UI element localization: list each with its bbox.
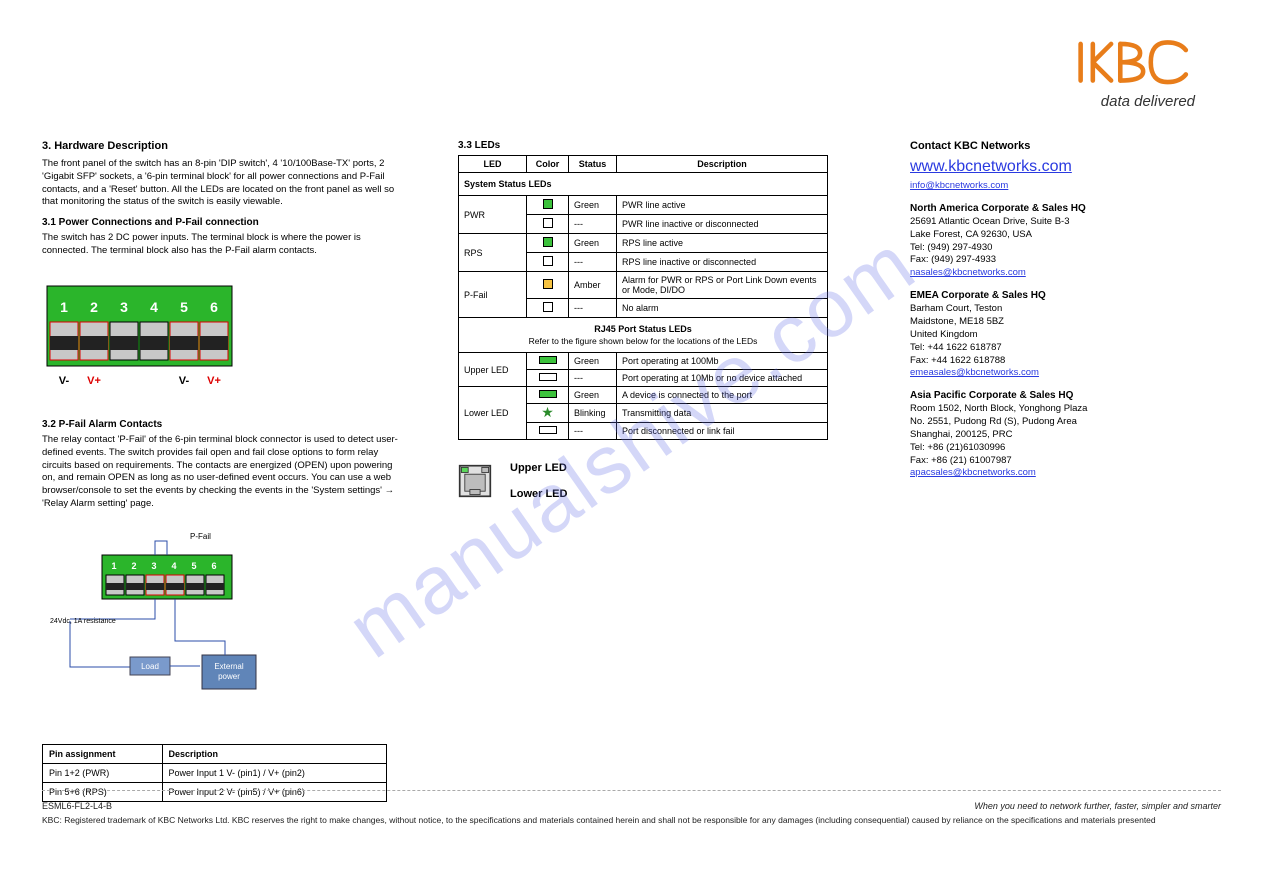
- svg-text:2: 2: [90, 299, 98, 315]
- rj45-lower-led-label: Lower LED: [510, 488, 567, 500]
- pfail-diagram: 1 2 3 4 5 6 P-Fail 24Vdc, 1A resistance Load…: [42, 525, 302, 725]
- svg-text:V-: V-: [179, 375, 190, 387]
- svg-text:3: 3: [120, 299, 128, 315]
- svg-text:5: 5: [191, 561, 196, 571]
- apac-email-link[interactable]: apacsales@kbcnetworks.com: [910, 467, 1036, 478]
- svg-text:power: power: [218, 672, 240, 681]
- led-green-icon: [543, 237, 553, 247]
- led-green-rect-icon: [539, 356, 557, 364]
- svg-text:1: 1: [60, 299, 68, 315]
- led-hdr-led: LED: [459, 156, 527, 173]
- section-3-2-title: 3.2 P-Fail Alarm Contacts: [42, 419, 402, 430]
- main-website-link[interactable]: www.kbcnetworks.com: [910, 158, 1220, 176]
- led-hdr-color: Color: [527, 156, 569, 173]
- brand-tagline: data delivered: [1073, 93, 1195, 110]
- table-row: PWR Green PWR line active: [459, 196, 828, 215]
- section-rj45-leds: RJ45 Port Status LEDs Refer to the figur…: [459, 318, 828, 353]
- svg-text:6: 6: [210, 299, 218, 315]
- pin-assignment-table: Pin assignmentDescription Pin 1+2 (PWR)P…: [42, 744, 387, 802]
- right-column: Contact KBC Networks www.kbcnetworks.com…: [910, 140, 1220, 478]
- footer-divider: [42, 790, 1221, 791]
- section-3-title: 3. Hardware Description: [42, 140, 402, 152]
- pin-hdr-2: Description: [162, 744, 386, 763]
- table-row: Pin 1+2 (PWR)Power Input 1 V- (pin1) / V…: [43, 763, 387, 782]
- contact-title: Contact KBC Networks: [910, 140, 1220, 152]
- svg-text:2: 2: [131, 561, 136, 571]
- na-email-link[interactable]: nasales@kbcnetworks.com: [910, 267, 1026, 278]
- led-off-icon: [543, 218, 553, 228]
- svg-text:4: 4: [150, 299, 158, 315]
- svg-text:External: External: [214, 662, 244, 671]
- led-green-rect-icon: [539, 390, 557, 398]
- na-region-title: North America Corporate & Sales HQ: [910, 203, 1220, 214]
- p31-text: The switch has 2 DC power inputs. The te…: [42, 232, 402, 258]
- table-row: Lower LED Green A device is connected to…: [459, 387, 828, 404]
- led-off-rect-icon: [539, 373, 557, 381]
- apac-address: Room 1502, North Block, Yonghong Plaza N…: [910, 403, 1220, 467]
- info-email-link[interactable]: info@kbcnetworks.com: [910, 180, 1008, 191]
- led-off-rect-icon: [539, 426, 557, 434]
- rj45-port-diagram: Upper LED Lower LED: [458, 462, 858, 500]
- brand-logo-block: data delivered: [1073, 34, 1195, 110]
- kbc-logo-icon: [1073, 34, 1195, 92]
- section-3-1-title: 3.1 Power Connections and P-Fail connect…: [42, 217, 402, 228]
- mid-column: 3.3 LEDs LED Color Status Description Sy…: [458, 140, 858, 506]
- led-table: LED Color Status Description System Stat…: [458, 155, 828, 440]
- terminal-block-diagram: 1 2 3 4 5 6 V- V+ V- V+: [42, 276, 242, 396]
- hardware-paragraph: The front panel of the switch has an 8-p…: [42, 158, 402, 209]
- led-green-icon: [543, 199, 553, 209]
- svg-text:V+: V+: [87, 375, 101, 387]
- table-row: Upper LED Green Port operating at 100Mb: [459, 353, 828, 370]
- section-3-3-title: 3.3 LEDs: [458, 140, 858, 151]
- led-hdr-status: Status: [569, 156, 617, 173]
- pfail-label: P-Fail: [190, 532, 211, 541]
- left-column: 3. Hardware Description The front panel …: [42, 140, 402, 802]
- emea-region-title: EMEA Corporate & Sales HQ: [910, 290, 1220, 301]
- emea-address: Barham Court, Teston Maidstone, ME18 5BZ…: [910, 303, 1220, 367]
- product-code: ESML6-FL2-L4-B: [42, 800, 112, 812]
- svg-text:V-: V-: [59, 375, 70, 387]
- emea-email-link[interactable]: emeasales@kbcnetworks.com: [910, 367, 1039, 378]
- svg-text:Load: Load: [141, 662, 159, 671]
- svg-text:3: 3: [151, 561, 156, 571]
- table-row: Pin 5+6 (RPS)Power Input 2 V- (pin5) / V…: [43, 782, 387, 801]
- na-address: 25691 Atlantic Ocean Drive, Suite B-3 La…: [910, 216, 1220, 267]
- section-system-leds: System Status LEDs: [459, 173, 828, 196]
- pin-hdr-1: Pin assignment: [43, 744, 163, 763]
- page-footer: ESML6-FL2-L4-B When you need to network …: [42, 800, 1221, 827]
- svg-text:4: 4: [171, 561, 176, 571]
- led-off-icon: [543, 302, 553, 312]
- table-row: RPS Green RPS line active: [459, 234, 828, 253]
- table-row: P-Fail Amber Alarm for PWR or RPS or Por…: [459, 272, 828, 299]
- footer-slogan: When you need to network further, faster…: [974, 800, 1221, 812]
- p32-text: The relay contact 'P-Fail' of the 6-pin …: [42, 434, 402, 511]
- led-hdr-desc: Description: [617, 156, 828, 173]
- svg-text:5: 5: [180, 299, 188, 315]
- svg-text:1: 1: [111, 561, 116, 571]
- rj45-upper-led-label: Upper LED: [510, 462, 567, 474]
- svg-text:V+: V+: [207, 375, 221, 387]
- led-amber-icon: [543, 279, 553, 289]
- pfail-note: 24Vdc, 1A resistance: [50, 618, 116, 625]
- led-blink-star-icon: ★: [541, 407, 554, 417]
- footer-disclaimer: KBC: Registered trademark of KBC Network…: [42, 815, 1221, 826]
- svg-text:6: 6: [211, 561, 216, 571]
- led-off-icon: [543, 256, 553, 266]
- apac-region-title: Asia Pacific Corporate & Sales HQ: [910, 390, 1220, 401]
- rj45-port-icon: [458, 464, 492, 498]
